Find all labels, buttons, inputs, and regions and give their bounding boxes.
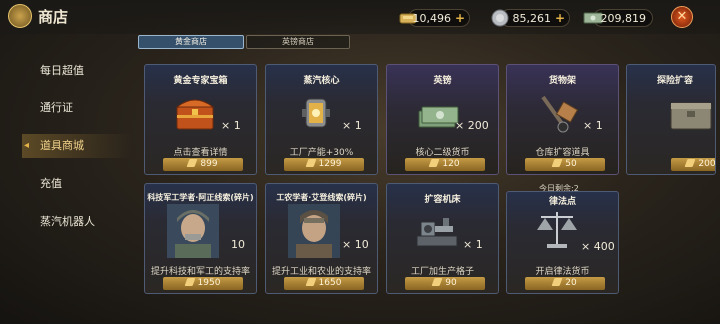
price-value: 200	[698, 159, 716, 169]
shop-card-pound[interactable]: 英镑 × 200 核心二级货币 120	[386, 64, 499, 175]
card-description: 提升科技和军工的支持率	[150, 267, 250, 277]
buy-button[interactable]: 1299	[284, 158, 364, 171]
gold-value: 10,496	[412, 11, 452, 25]
price-value: 90	[445, 278, 457, 288]
card-name: 货物架	[548, 76, 576, 86]
card-quantity: × 1	[221, 119, 241, 132]
card-quantity: × 400	[581, 240, 615, 253]
price-value: 1299	[318, 159, 342, 169]
buy-button[interactable]: 50	[525, 158, 605, 171]
resource-banknote: 209,819	[583, 9, 653, 27]
sidebar-item-item-mall[interactable]: 道具商城	[22, 134, 132, 158]
shop-card-law-points[interactable]: 律法点 × 400 开启律法货币 20	[506, 191, 619, 294]
shop-card-gold-expert-chest[interactable]: 黄金专家宝箱 × 1 点击查看详情 899	[144, 64, 257, 175]
card-description: 核心二级货币	[415, 148, 470, 158]
scholar-portrait-icon	[288, 204, 340, 258]
sidebar-item-pass[interactable]: 通行证	[22, 96, 132, 120]
top-bar: 商店 10,496 + 85,261 + 209,819 ✕	[0, 0, 720, 34]
scales-icon	[533, 208, 581, 252]
shop-card-scholar-azheng-clue[interactable]: 科技军工学者·阿正线索(碎片) 10 提升科技和军工的支持率 1950	[144, 183, 257, 294]
card-name: 律法点	[548, 197, 576, 207]
steam-core-icon	[292, 91, 340, 135]
card-name: 黄金专家宝箱	[173, 76, 228, 86]
add-gold-button[interactable]: +	[455, 11, 465, 25]
sidebar-item-label: 通行证	[40, 101, 73, 114]
card-description: 仓库扩容道具	[535, 148, 590, 158]
card-description: 点击查看详情	[173, 148, 228, 158]
card-quantity: × 200	[455, 119, 489, 132]
card-quantity: × 1	[342, 119, 362, 132]
sidebar-item-daily-deals[interactable]: 每日超值	[22, 59, 132, 83]
card-name: 科技军工学者·阿正线索(碎片)	[147, 193, 254, 202]
tab-pound-shop[interactable]: 英镑商店	[246, 35, 350, 49]
pound-notes-icon	[413, 91, 461, 135]
gold-bar-icon	[684, 159, 696, 167]
sidebar-item-recharge[interactable]: 充值	[22, 172, 132, 196]
sidebar-item-label: 每日超值	[40, 64, 84, 77]
price-value: 1650	[318, 278, 342, 288]
card-quantity: × 1	[583, 119, 603, 132]
shop-card-expansion-lathe[interactable]: 扩容机床 × 1 工厂加生产格子 90	[386, 183, 499, 294]
sidebar-item-label: 蒸汽机器人	[40, 215, 95, 228]
card-name: 扩容机床	[424, 195, 461, 205]
price-value: 120	[442, 159, 460, 169]
scholar-portrait-icon	[167, 204, 219, 258]
shop-card-scholar-aideng-clue[interactable]: 工农学者·艾登线索(碎片) × 10 提升工业和农业的支持率 1650	[265, 183, 378, 294]
price-value: 50	[565, 159, 577, 169]
gold-bar-icon	[305, 159, 317, 167]
sidebar-item-steam-robot[interactable]: 蒸汽机器人	[22, 210, 132, 234]
buy-button[interactable]: 90	[405, 277, 485, 290]
gold-bar-icon	[184, 278, 196, 286]
banknote-value: 209,819	[600, 11, 647, 25]
gold-bar-icon	[551, 159, 563, 167]
card-name: 蒸汽核心	[303, 76, 340, 86]
buy-button[interactable]: 1950	[163, 277, 243, 290]
buy-button[interactable]: 120	[405, 158, 485, 171]
shop-icon	[8, 4, 32, 28]
close-button[interactable]: ✕	[671, 6, 693, 28]
card-name: 英镑	[433, 76, 452, 86]
card-description: 开启律法货币	[535, 267, 590, 277]
lathe-machine-icon	[413, 210, 461, 254]
card-description: 工厂加生产格子	[410, 267, 474, 277]
hand-truck-icon	[533, 91, 581, 135]
shop-card-expedition-expansion[interactable]: 探险扩容 200	[626, 64, 716, 175]
tab-label: 英镑商店	[282, 37, 314, 46]
gold-bar-icon	[431, 278, 443, 286]
card-quantity: 10	[231, 238, 245, 251]
page-title: 商店	[38, 7, 69, 26]
gold-bar-icon	[428, 159, 440, 167]
shop-card-cargo-rack[interactable]: 货物架 × 1 仓库扩容道具 50	[506, 64, 619, 175]
shop-card-steam-core[interactable]: 蒸汽核心 × 1 工厂产能+30% 1299	[265, 64, 378, 175]
card-description: 提升工业和农业的支持率	[271, 267, 371, 277]
expedition-crate-icon	[667, 91, 715, 135]
tab-label: 黄金商店	[175, 37, 207, 46]
gold-bar-icon	[305, 278, 317, 286]
silver-coin-icon	[489, 7, 511, 29]
price-value: 20	[565, 278, 577, 288]
card-name: 探险扩容	[657, 76, 694, 86]
sidebar-item-label: 道具商城	[40, 139, 84, 152]
resource-gold: 10,496 +	[399, 9, 470, 27]
price-value: 899	[200, 159, 218, 169]
card-name: 工农学者·艾登线索(碎片)	[276, 193, 367, 202]
shop-header: 商店	[8, 4, 68, 28]
card-quantity: × 10	[342, 238, 369, 251]
price-value: 1950	[197, 278, 221, 288]
gold-bar-icon	[186, 159, 198, 167]
buy-button[interactable]: 200	[671, 158, 716, 171]
sidebar-item-label: 充值	[40, 177, 62, 190]
add-silver-button[interactable]: +	[555, 11, 565, 25]
buy-button[interactable]: 20	[525, 277, 605, 290]
treasure-chest-icon	[171, 91, 219, 135]
gold-bar-icon	[551, 278, 563, 286]
buy-button[interactable]: 1650	[284, 277, 364, 290]
card-quantity: × 1	[463, 238, 483, 251]
resource-silver: 85,261 +	[491, 9, 570, 27]
silver-value: 85,261	[512, 11, 552, 25]
buy-button[interactable]: 899	[163, 158, 243, 171]
tab-gold-shop[interactable]: 黄金商店	[138, 35, 244, 49]
card-description: 工厂产能+30%	[289, 148, 354, 158]
